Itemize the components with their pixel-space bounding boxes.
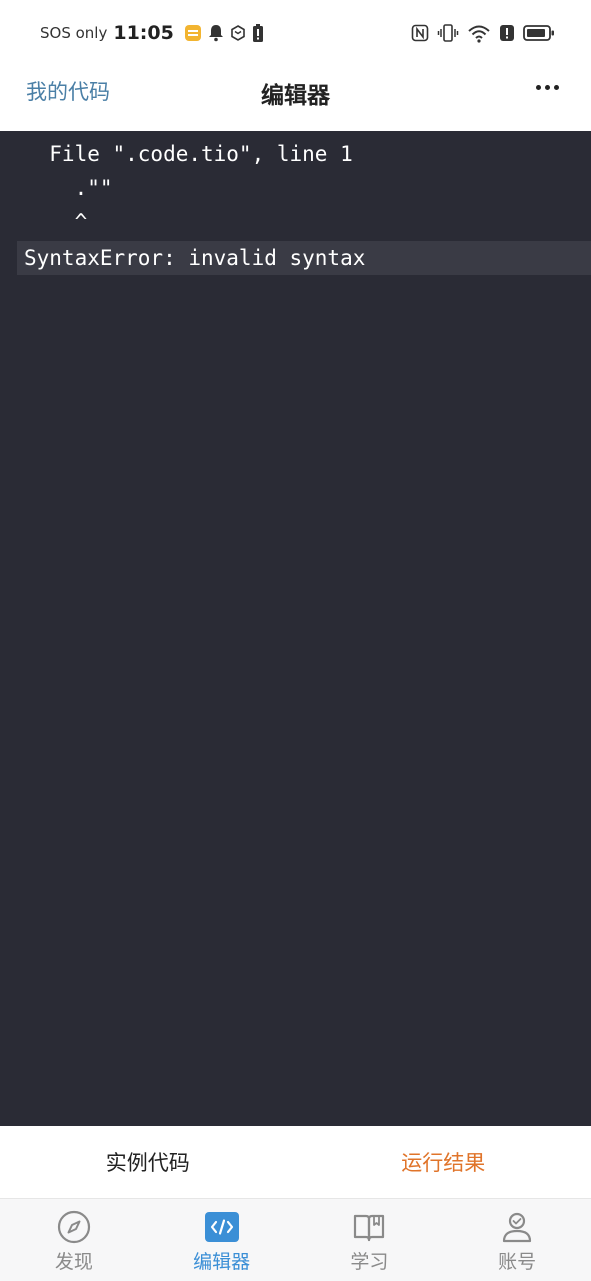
hexagon-app-icon xyxy=(230,25,246,41)
compass-icon xyxy=(56,1209,92,1245)
output-text: File ".code.tio", line 1 ."" ^ SyntaxErr… xyxy=(0,131,591,275)
output-line-text: File ".code.tio", line 1 xyxy=(24,137,353,171)
output-line: ^ xyxy=(0,205,591,239)
tab-label: 编辑器 xyxy=(193,1247,250,1274)
page-title: 编辑器 xyxy=(0,76,591,110)
output-line-text: SyntaxError: invalid syntax xyxy=(24,241,365,275)
user-icon xyxy=(499,1209,535,1245)
notification-app-icon xyxy=(184,24,202,42)
wifi-icon xyxy=(467,23,491,43)
run-result-tab[interactable]: 运行结果 xyxy=(296,1126,591,1198)
tab-label: 发现 xyxy=(55,1247,93,1274)
tab-label: 账号 xyxy=(498,1247,536,1274)
status-right xyxy=(411,20,555,46)
highlighted-output-line: SyntaxError: invalid syntax xyxy=(17,241,591,275)
carrier-label: SOS only xyxy=(40,24,107,42)
status-bar: SOS only 11:05 xyxy=(0,0,591,66)
book-icon xyxy=(351,1209,387,1245)
navigation-bar: 我的代码 编辑器 xyxy=(0,66,591,132)
tab-discover[interactable]: 发现 xyxy=(0,1199,148,1281)
tab-learn[interactable]: 学习 xyxy=(296,1199,444,1281)
tab-label: 学习 xyxy=(350,1247,388,1274)
battery-icon xyxy=(523,24,555,42)
segment-control: 实例代码 运行结果 xyxy=(0,1126,591,1198)
more-dots-icon[interactable] xyxy=(531,72,563,102)
output-panel[interactable]: File ".code.tio", line 1 ."" ^ SyntaxErr… xyxy=(0,131,591,1126)
status-left: SOS only 11:05 xyxy=(40,20,264,46)
tab-editor[interactable]: 编辑器 xyxy=(148,1199,296,1281)
example-code-tab[interactable]: 实例代码 xyxy=(0,1126,296,1198)
bell-icon xyxy=(208,24,224,42)
alert-icon xyxy=(499,24,515,42)
code-icon xyxy=(204,1209,240,1245)
bottom-tab-bar: 发现 编辑器 学习 账号 xyxy=(0,1198,591,1281)
output-line-text: ^ xyxy=(24,205,87,239)
output-line: ."" xyxy=(0,171,591,205)
output-line-text: ."" xyxy=(24,171,113,205)
tab-account[interactable]: 账号 xyxy=(443,1199,591,1281)
clock: 11:05 xyxy=(113,22,173,44)
nfc-icon xyxy=(411,24,429,42)
vibrate-icon xyxy=(437,24,459,42)
output-line: File ".code.tio", line 1 xyxy=(0,137,591,171)
battery-alert-icon xyxy=(252,24,264,42)
